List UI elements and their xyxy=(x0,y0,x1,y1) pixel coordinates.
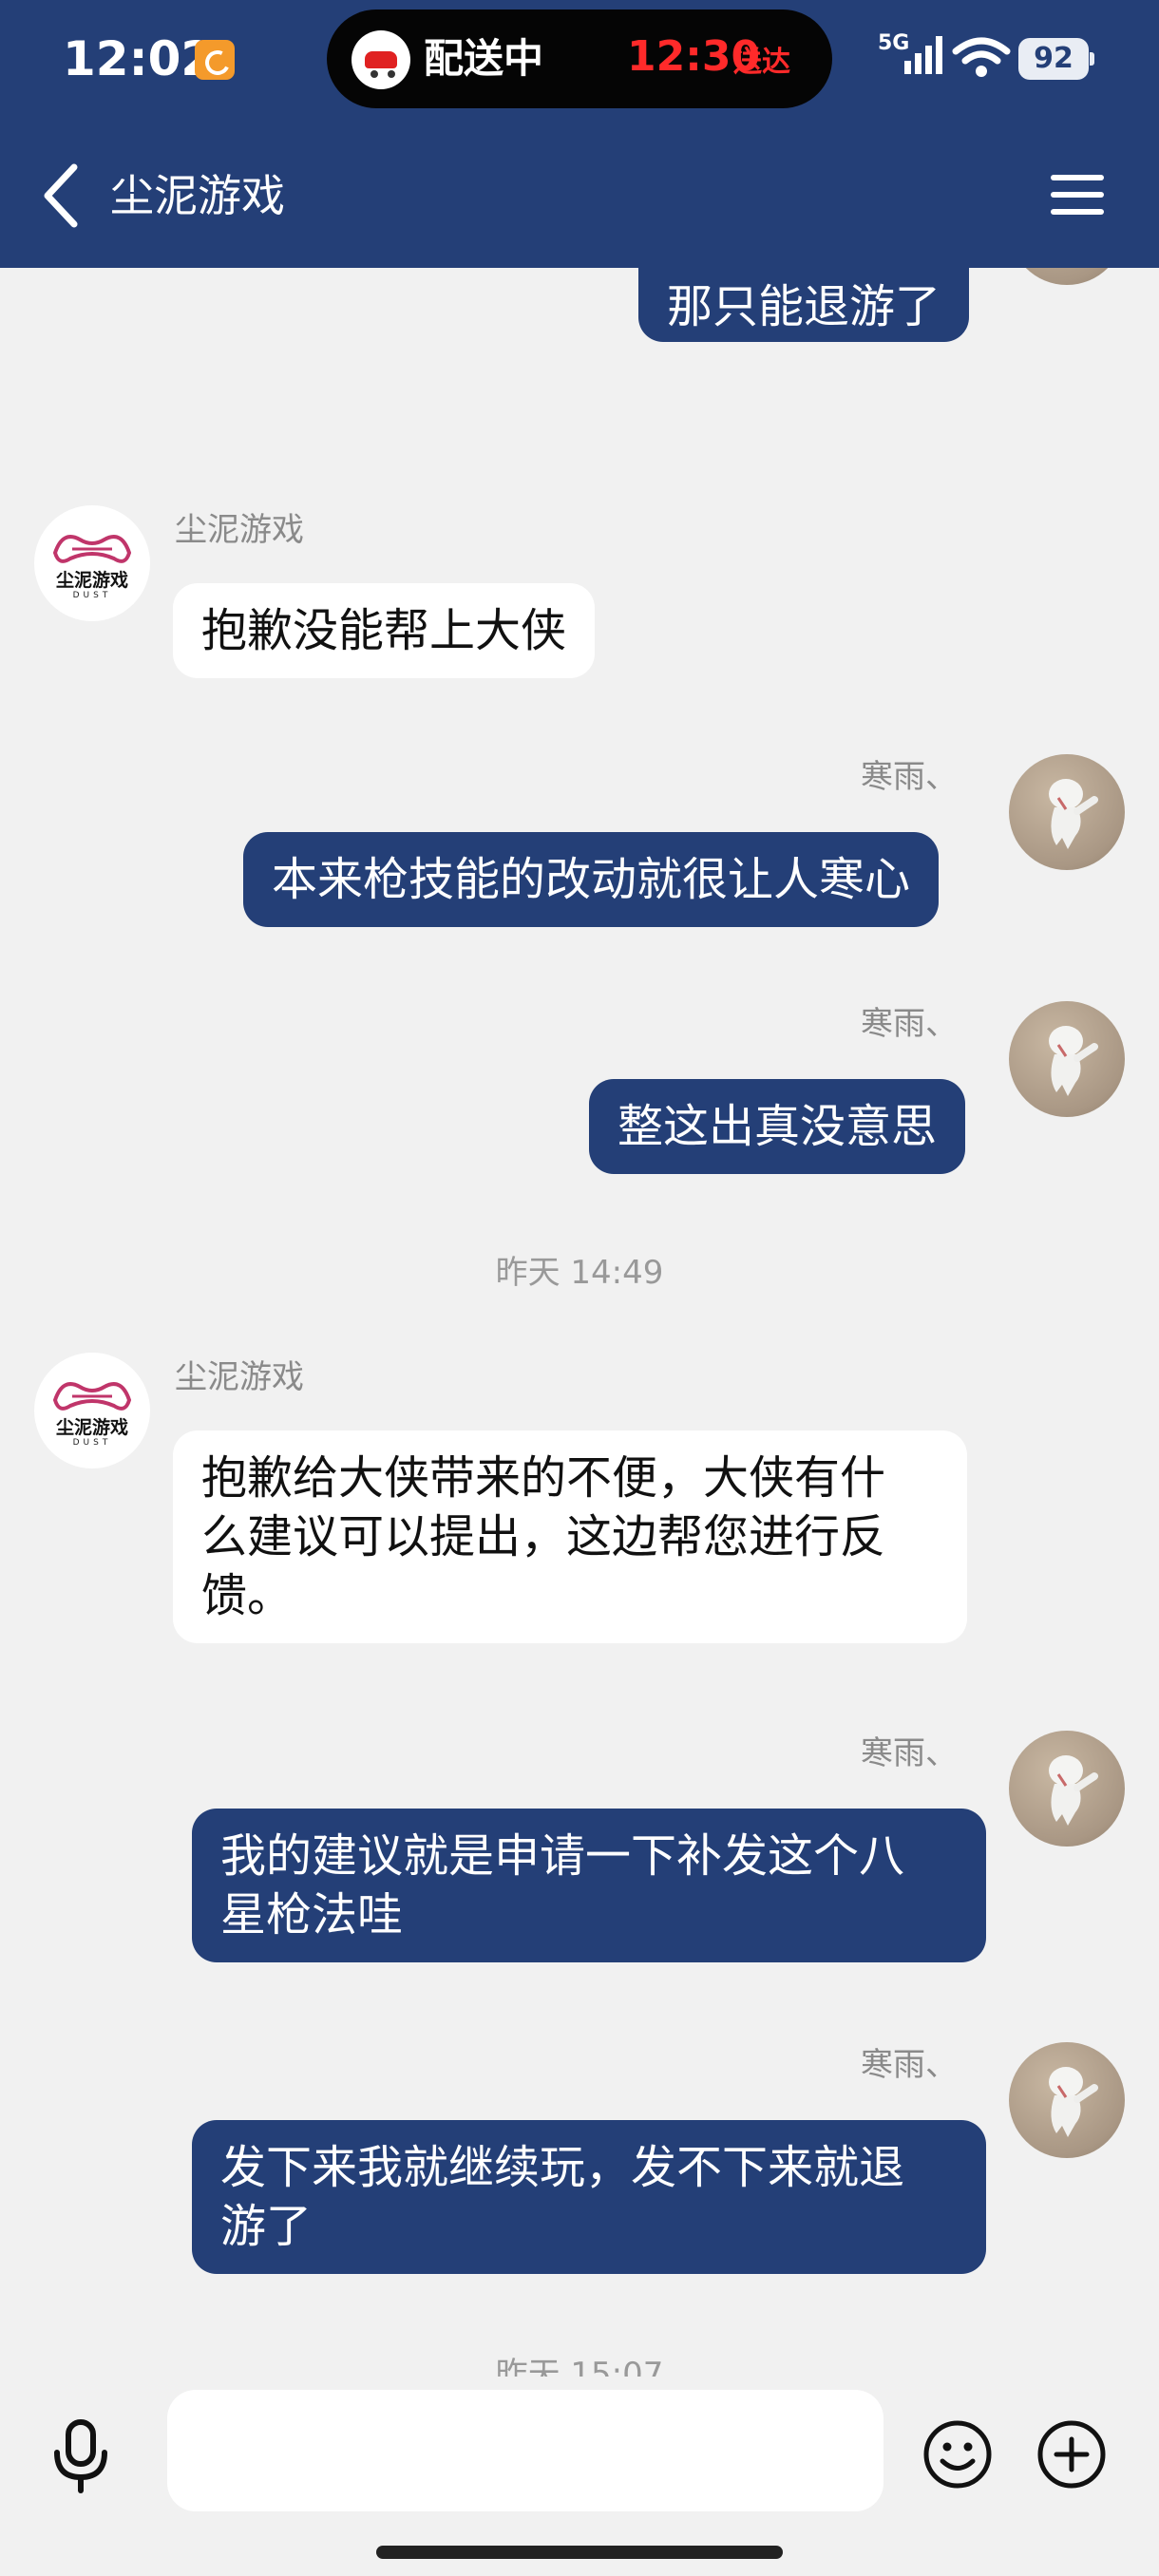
hamburger-menu-icon[interactable] xyxy=(1049,171,1106,218)
user-avatar-image xyxy=(1049,2067,1098,2137)
microphone-icon[interactable] xyxy=(48,2418,114,2494)
user-avatar-image xyxy=(1049,1026,1098,1096)
bot-logo-text: 尘泥游戏 xyxy=(55,1417,128,1438)
bot-avatar[interactable]: 尘泥游戏 DUST xyxy=(34,505,150,621)
message-bubble-user[interactable]: 本来枪技能的改动就很让人寒心 xyxy=(243,832,940,927)
sender-name: 尘泥游戏 xyxy=(175,1358,304,1396)
emoji-icon[interactable] xyxy=(922,2418,994,2491)
message-bubble-user[interactable]: 我的建议就是申请一下补发这个八 星枪法哇 xyxy=(192,1809,986,1962)
dust-logo-icon xyxy=(52,1382,132,1411)
chat-message-list[interactable]: 那只能退游了 尘泥游戏 DUST 尘泥游戏 抱歉没能帮上大侠 寒雨、 本来枪技能… xyxy=(0,268,1159,2377)
timestamp: 昨天 14:49 xyxy=(495,1254,664,1292)
sender-name: 寒雨、 xyxy=(861,758,958,796)
battery-level: 92 xyxy=(1018,38,1089,80)
delivery-live-activity[interactable]: 配送中 12:30 送达 xyxy=(327,9,832,108)
user-avatar[interactable] xyxy=(1009,754,1125,870)
user-avatar[interactable] xyxy=(1009,2042,1125,2158)
home-indicator[interactable] xyxy=(376,2546,783,2559)
bot-logo-text: 尘泥游戏 xyxy=(55,570,128,591)
dust-logo-icon xyxy=(52,535,132,563)
page-title: 尘泥游戏 xyxy=(110,170,285,221)
message-bubble-user[interactable]: 整这出真没意思 xyxy=(589,1079,966,1174)
chevron-left-icon[interactable] xyxy=(38,160,86,232)
message-input[interactable] xyxy=(167,2390,884,2511)
delivery-suffix: 送达 xyxy=(733,46,790,79)
sender-name: 寒雨、 xyxy=(861,2046,958,2084)
app-notification-icon xyxy=(195,40,235,80)
bot-logo-sub: DUST xyxy=(72,1438,112,1448)
bot-avatar[interactable]: 尘泥游戏 DUST xyxy=(34,1353,150,1468)
wifi-icon xyxy=(952,37,1011,77)
sender-name: 尘泥游戏 xyxy=(175,511,304,549)
message-bubble-bot[interactable]: 抱歉给大侠带来的不便，大侠有什 么建议可以提出，这边帮您进行反 馈。 xyxy=(173,1430,967,1643)
message-bubble-bot[interactable]: 抱歉没能帮上大侠 xyxy=(173,583,596,678)
timestamp: 昨天 15:07 xyxy=(495,2356,664,2377)
network-type: 5G xyxy=(878,31,909,55)
sender-name: 寒雨、 xyxy=(861,1734,958,1772)
user-avatar[interactable] xyxy=(1009,1001,1125,1117)
add-attachment-icon[interactable] xyxy=(1036,2418,1108,2491)
user-avatar[interactable] xyxy=(1009,1731,1125,1847)
cellular-signal-icon: 5G xyxy=(878,31,942,74)
sender-name: 寒雨、 xyxy=(861,1005,958,1043)
delivery-scooter-icon xyxy=(352,30,410,89)
battery-tip xyxy=(1090,52,1094,66)
user-avatar-image xyxy=(1049,779,1098,849)
header-bar: 12:02 配送中 12:30 送达 5G 92 尘泥游戏 xyxy=(0,0,1159,268)
status-time: 12:02 xyxy=(63,31,215,86)
user-avatar-image xyxy=(1049,1755,1098,1826)
bot-logo-sub: DUST xyxy=(72,591,112,600)
message-bubble-user[interactable]: 发下来我就继续玩，发不下来就退 游了 xyxy=(192,2120,986,2274)
delivery-status-label: 配送中 xyxy=(424,35,544,82)
message-bubble-user[interactable]: 那只能退游了 xyxy=(638,268,970,342)
user-avatar[interactable] xyxy=(1009,268,1125,285)
